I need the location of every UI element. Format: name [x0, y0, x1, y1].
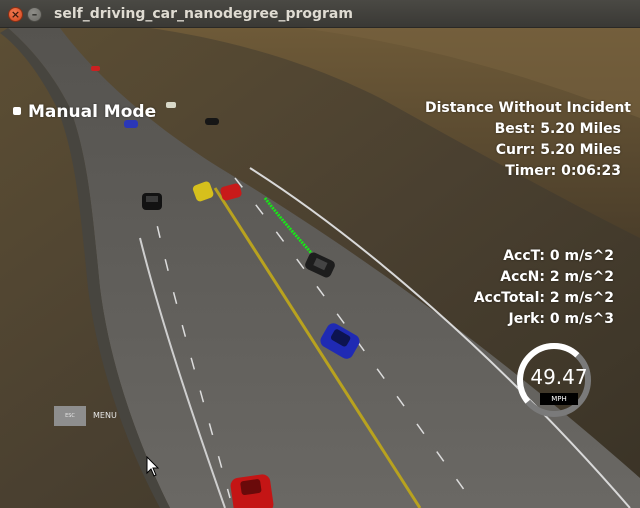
- mode-label: Manual Mode: [28, 102, 157, 122]
- best-distance: Best: 5.20 Miles: [494, 121, 621, 137]
- car-white-far: [166, 102, 176, 108]
- acc-total: AccTotal: 2 m/s^2: [473, 290, 614, 306]
- distance-title: Distance Without Incident: [424, 100, 631, 116]
- window-title: self_driving_car_nanodegree_program: [54, 6, 353, 22]
- mouse-pointer-icon: [146, 456, 160, 477]
- minimize-icon[interactable]: –: [27, 7, 42, 22]
- mode-indicator-icon: [13, 107, 21, 115]
- game-viewport[interactable]: Manual Mode Distance Without Incident Be…: [0, 28, 640, 508]
- timer: Timer: 0:06:23: [505, 163, 621, 179]
- menu-label[interactable]: MENU: [93, 411, 117, 420]
- acceleration-stats: AccT: 0 m/s^2 AccN: 2 m/s^2 AccTotal: 2 …: [474, 246, 614, 330]
- acc-normal: AccN: 2 m/s^2: [500, 269, 614, 285]
- car-red-far: [91, 66, 100, 71]
- current-distance: Curr: 5.20 Miles: [495, 142, 621, 158]
- speed-unit: MPH: [540, 393, 578, 405]
- car-red-near: [230, 474, 274, 508]
- speed-value: 49.47: [530, 365, 588, 389]
- window-titlebar[interactable]: × – self_driving_car_nanodegree_program: [0, 0, 640, 28]
- acc-tangential: AccT: 0 m/s^2: [503, 248, 614, 264]
- car-black-far: [205, 118, 219, 125]
- car-black-left: [142, 193, 162, 210]
- esc-button[interactable]: ESC: [54, 406, 86, 426]
- close-icon[interactable]: ×: [8, 7, 23, 22]
- distance-stats: Distance Without Incident Best: 5.20 Mil…: [425, 98, 631, 182]
- jerk: Jerk: 0 m/s^3: [508, 311, 614, 327]
